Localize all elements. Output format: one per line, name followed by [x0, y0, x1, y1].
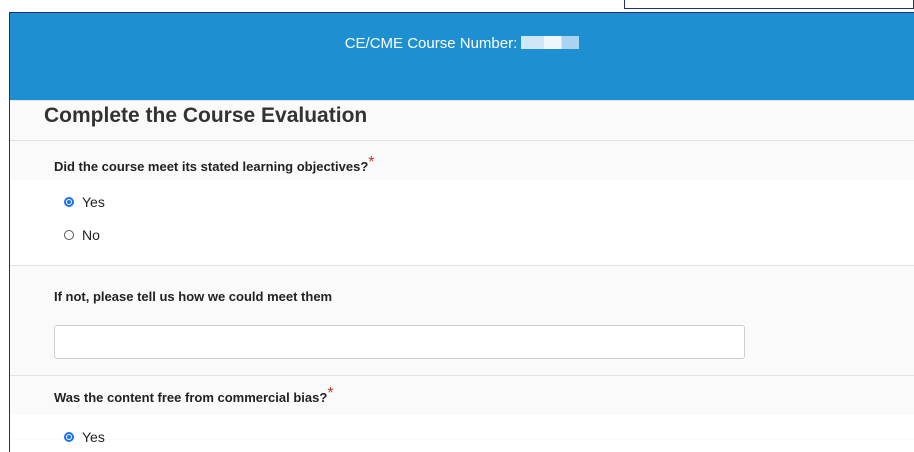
q1-option-yes[interactable]: Yes [64, 194, 105, 210]
required-mark: * [368, 154, 375, 171]
course-number: CE/CME Course Number: [10, 35, 914, 52]
q3-option-yes[interactable]: Yes [64, 429, 105, 445]
question-3-header: Was the content free from commercial bia… [10, 375, 914, 415]
radio-selected-icon[interactable] [64, 197, 74, 207]
question-1-answers: Yes No [10, 180, 914, 265]
required-mark: * [327, 385, 334, 402]
improvement-feedback-input[interactable] [54, 325, 745, 359]
radio-unselected-icon[interactable] [64, 230, 74, 240]
question-1-label: Did the course meet its stated learning … [54, 154, 375, 174]
radio-selected-icon[interactable] [64, 432, 74, 442]
question-3-answers: Yes [10, 415, 914, 445]
question-3-label: Was the content free from commercial bia… [54, 385, 334, 405]
top-box [624, 0, 914, 9]
question-2-label: If not, please tell us how we could meet… [54, 289, 333, 304]
question-1-header: Did the course meet its stated learning … [10, 140, 914, 180]
q1-option-no[interactable]: No [64, 227, 100, 243]
course-banner: CE/CME Course Number: [10, 13, 914, 100]
course-number-label: CE/CME Course Number: [344, 35, 518, 52]
course-number-value-redacted [521, 36, 580, 49]
course-title-redacted [322, 70, 792, 92]
evaluation-title: Complete the Course Evaluation [44, 104, 368, 127]
